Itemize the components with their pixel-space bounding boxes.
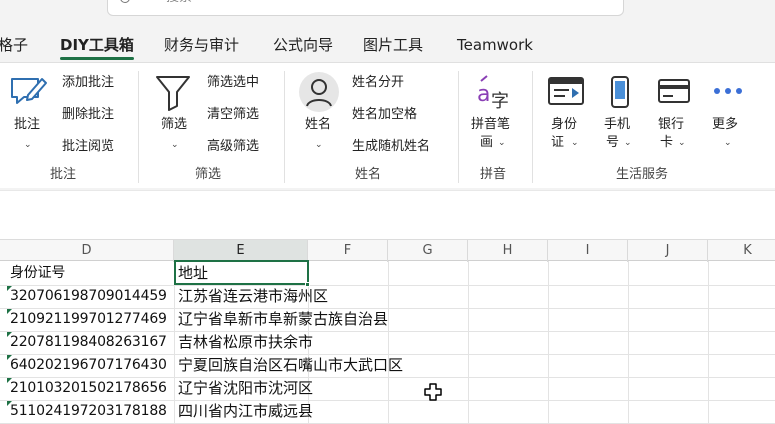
- bank-card-icon: [658, 79, 690, 103]
- group-separator: [458, 71, 459, 183]
- fill-handle[interactable]: [305, 282, 310, 287]
- chevron-down-icon: ⌄: [498, 138, 506, 148]
- group-separator: [138, 71, 139, 183]
- cell-address[interactable]: 辽宁省沈阳市沈河区: [178, 377, 313, 400]
- tab-diy-toolbox[interactable]: DIY工具箱: [60, 34, 134, 60]
- cell-id[interactable]: 640202196707176430: [10, 354, 167, 377]
- more-label: 更多: [712, 117, 739, 132]
- cell-id[interactable]: 220781198408263167: [10, 331, 167, 354]
- filter-selected-button[interactable]: 筛选选中: [207, 75, 259, 91]
- group-label-name: 姓名: [355, 167, 382, 182]
- cell-address[interactable]: 辽宁省阜新市阜新蒙古族自治县: [178, 308, 388, 331]
- chevron-down-icon: ⌄: [171, 140, 179, 150]
- funnel-icon: [156, 76, 190, 111]
- chevron-down-icon: ⌄: [724, 138, 732, 148]
- chevron-down-icon: ⌄: [24, 140, 32, 150]
- bank-card-label-1: 银行: [658, 117, 685, 132]
- person-icon: [299, 72, 339, 112]
- id-card-label-2: 证: [551, 135, 565, 150]
- search-icon: [120, 0, 130, 3]
- phone-label-1: 手机: [604, 117, 631, 132]
- id-card-label-1: 身份: [551, 117, 578, 132]
- filter-label: 筛选: [161, 117, 188, 132]
- column-header-row: D E F G H I J K: [0, 239, 775, 262]
- name-label: 姓名: [305, 117, 332, 132]
- tab-finance-audit[interactable]: 财务与审计: [164, 34, 239, 56]
- clear-filter-button[interactable]: 清空筛选: [207, 107, 259, 123]
- column-header-f[interactable]: F: [308, 240, 388, 262]
- tab-gezi[interactable]: 格子: [0, 34, 28, 56]
- tab-image-tools[interactable]: 图片工具: [363, 34, 423, 56]
- tab-teamwork[interactable]: Teamwork: [457, 34, 533, 56]
- cell-address[interactable]: 吉林省松原市扶余市: [178, 331, 313, 354]
- delete-annotation-button[interactable]: 删除批注: [62, 107, 114, 123]
- cell-address[interactable]: 江苏省连云港市海州区: [178, 285, 328, 308]
- split-name-button[interactable]: 姓名分开: [352, 75, 404, 91]
- group-label-pinyin: 拼音: [480, 167, 507, 182]
- cell-id[interactable]: 320706198709014459: [10, 285, 167, 308]
- column-header-k[interactable]: K: [708, 240, 775, 262]
- group-label-annotation: 批注: [50, 167, 77, 182]
- active-cell-selection: [174, 260, 309, 285]
- mobile-phone-icon: [611, 76, 629, 108]
- sheet-grid[interactable]: 身份证号 地址 320706198709014459 江苏省连云港市海州区 21…: [0, 261, 775, 424]
- chevron-down-icon: ⌄: [315, 140, 323, 150]
- column-header-e[interactable]: E: [174, 240, 308, 262]
- cell-id[interactable]: 210921199701277469: [10, 308, 167, 331]
- tab-formula-wizard[interactable]: 公式向导: [273, 34, 333, 56]
- group-label-filter: 筛选: [195, 167, 222, 182]
- cell-id[interactable]: 210103201502178656: [10, 377, 167, 400]
- chevron-down-icon: ⌄: [624, 138, 632, 148]
- more-dots-icon: [714, 88, 742, 94]
- cell-d1-header[interactable]: 身份证号: [10, 262, 65, 285]
- pinyin-icon: a 字: [477, 75, 509, 112]
- group-separator: [284, 71, 285, 183]
- name-add-space-button[interactable]: 姓名加空格: [352, 107, 417, 123]
- group-separator: [532, 71, 533, 183]
- column-header-i[interactable]: I: [548, 240, 628, 262]
- svg-text:字: 字: [491, 91, 509, 112]
- column-header-j[interactable]: J: [628, 240, 708, 262]
- column-header-g[interactable]: G: [388, 240, 468, 262]
- cell-cursor-icon: [424, 383, 442, 401]
- column-header-d[interactable]: D: [0, 240, 174, 262]
- chevron-down-icon: ⌄: [678, 138, 686, 148]
- cell-id[interactable]: 511024197203178188: [10, 400, 167, 423]
- phone-label-2: 号: [606, 135, 620, 150]
- search-placeholder: 搜索: [166, 0, 192, 5]
- add-annotation-button[interactable]: 添加批注: [62, 75, 114, 91]
- advanced-filter-button[interactable]: 高级筛选: [207, 139, 259, 155]
- annotation-label: 批注: [14, 117, 41, 132]
- cell-address[interactable]: 四川省内江市威远县: [178, 400, 313, 423]
- pinyin-stroke-label-2: 画: [480, 135, 494, 150]
- cell-address[interactable]: 宁夏回族自治区石嘴山市大武口区: [178, 354, 403, 377]
- svg-text:a: a: [477, 82, 490, 107]
- comment-edit-icon: [11, 78, 47, 104]
- pinyin-stroke-label-1: 拼音笔: [471, 117, 511, 132]
- formula-bar-area: [0, 190, 775, 230]
- id-card-icon: [548, 77, 584, 105]
- chevron-down-icon: ⌄: [571, 138, 579, 148]
- column-header-h[interactable]: H: [468, 240, 548, 262]
- view-annotations-button[interactable]: 批注阅览: [62, 139, 114, 155]
- search-box[interactable]: 搜索: [107, 0, 624, 16]
- random-name-button[interactable]: 生成随机姓名: [352, 139, 430, 155]
- bank-card-label-2: 卡: [660, 135, 674, 150]
- group-label-life-services: 生活服务: [616, 167, 669, 182]
- ribbon-panel: 批注 ⌄ 添加批注 删除批注 批注阅览 批注 筛选 ⌄ 筛选选中 清空筛选 高级…: [0, 62, 775, 188]
